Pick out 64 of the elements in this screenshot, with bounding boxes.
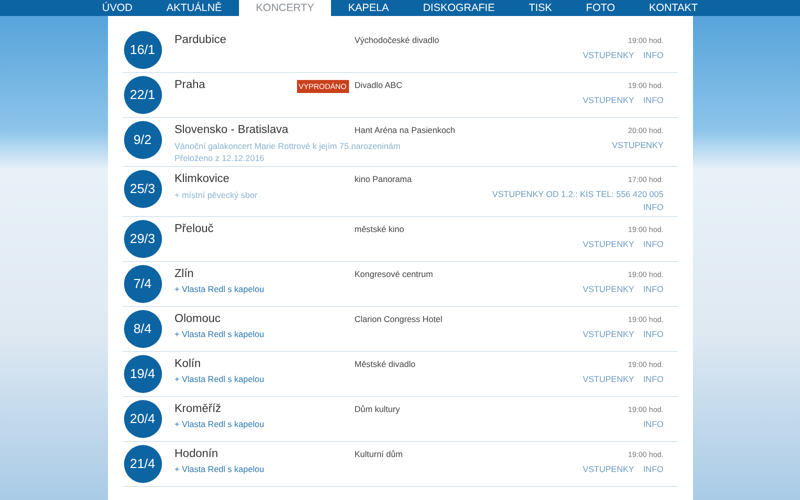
concert-link[interactable]: INFO [643, 50, 664, 60]
venue-name: Clarion Congress Hotel [354, 312, 444, 324]
city-name: Slovensko - Bratislava [174, 123, 290, 138]
guest-note: + Vlasta Redl s kapelou [174, 419, 264, 430]
date-badge: 29/3 [124, 220, 162, 258]
city-name: Zlín [174, 266, 195, 282]
concert-note: Vánoční galakoncert Marie Rottrové k jejím 75.narozeninám [174, 140, 400, 151]
city-name: Hodonín [174, 446, 219, 462]
venue-name: Městské divadlo [354, 358, 416, 369]
city-name: Olomouc [174, 312, 222, 326]
nav-tab[interactable]: AKTUÁLNĚ [149, 0, 239, 16]
venue-name: Dům kultury [354, 402, 401, 414]
date-badge: 21/4 [124, 444, 162, 483]
city-name: Pardubice [174, 33, 228, 48]
city-name: Kolín [174, 356, 202, 372]
venue-name: Hant Aréna na Pasienkoch [354, 124, 456, 136]
nav-tab[interactable]: KONTAKT [632, 0, 715, 16]
concert-link[interactable]: VSTUPENKY [582, 50, 634, 60]
nav-tab[interactable]: ÚVOD [85, 0, 150, 16]
date-badge: 8/4 [124, 310, 162, 348]
concert-link[interactable]: VSTUPENKY [582, 374, 634, 384]
city-name: Kroměříž [174, 402, 222, 416]
concert-link[interactable]: INFO [643, 202, 664, 213]
venue-name: kino Panorama [354, 173, 413, 184]
concert-link[interactable]: VSTUPENKY [582, 284, 634, 294]
date-badge: 25/3 [124, 170, 162, 208]
concert-link[interactable]: INFO [643, 284, 664, 294]
venue-name: Kongresové centrum [354, 268, 434, 279]
concert-note: + místní pěvecký sbor [174, 190, 258, 200]
date-badge: 19/4 [124, 354, 162, 393]
venue-name: městské kino [354, 222, 406, 234]
concert-link[interactable]: VSTUPENKY [612, 140, 664, 150]
concert-link[interactable]: VSTUPENKY [582, 95, 634, 106]
venue-name: Kulturní dům [354, 448, 404, 459]
concert-link[interactable]: INFO [643, 374, 664, 384]
date-badge: 20/4 [124, 400, 162, 438]
date-badge: 9/2 [124, 121, 162, 159]
concert-link[interactable]: VSTUPENKY [582, 328, 634, 339]
concert-link[interactable]: INFO [643, 238, 664, 249]
city-name: Klimkovice [174, 172, 230, 187]
venue-name: Východočeské divadlo [354, 34, 440, 46]
guest-note: + Vlasta Redl s kapelou [174, 329, 264, 340]
concert-link[interactable]: INFO [643, 95, 664, 106]
guest-note: + Vlasta Redl s kapelou [174, 464, 264, 475]
concert-link[interactable]: INFO [643, 418, 664, 429]
guest-note: + Vlasta Redl s kapelou [174, 374, 264, 385]
concert-link[interactable]: INFO [643, 464, 664, 474]
concert-link[interactable]: VSTUPENKY [582, 464, 634, 474]
city-name: Přelouč [174, 222, 214, 236]
concert-link[interactable]: VSTUPENKY OD 1.2.: KIS TEL: 556 420 005 [492, 189, 664, 200]
nav-tab[interactable]: KAPELA [331, 0, 406, 16]
venue-name: Divadlo ABC [354, 79, 404, 90]
concert-note: Přeloženo z 12.12.2016 [174, 152, 264, 164]
concert-link[interactable]: VSTUPENKY [582, 238, 634, 249]
guest-note: + Vlasta Redl s kapelou [174, 284, 264, 295]
nav-tab[interactable]: DISKOGRAFIE [406, 0, 512, 16]
nav-tab[interactable]: FOTO [569, 0, 632, 16]
nav-tab[interactable]: TISK [512, 0, 570, 16]
date-badge: 16/1 [124, 31, 162, 69]
date-badge: 22/1 [124, 76, 162, 114]
city-name: Praha [174, 78, 206, 93]
concert-link[interactable]: INFO [643, 328, 664, 339]
date-badge: 7/4 [124, 264, 162, 303]
nav-tab[interactable]: KONCERTY [238, 0, 332, 16]
